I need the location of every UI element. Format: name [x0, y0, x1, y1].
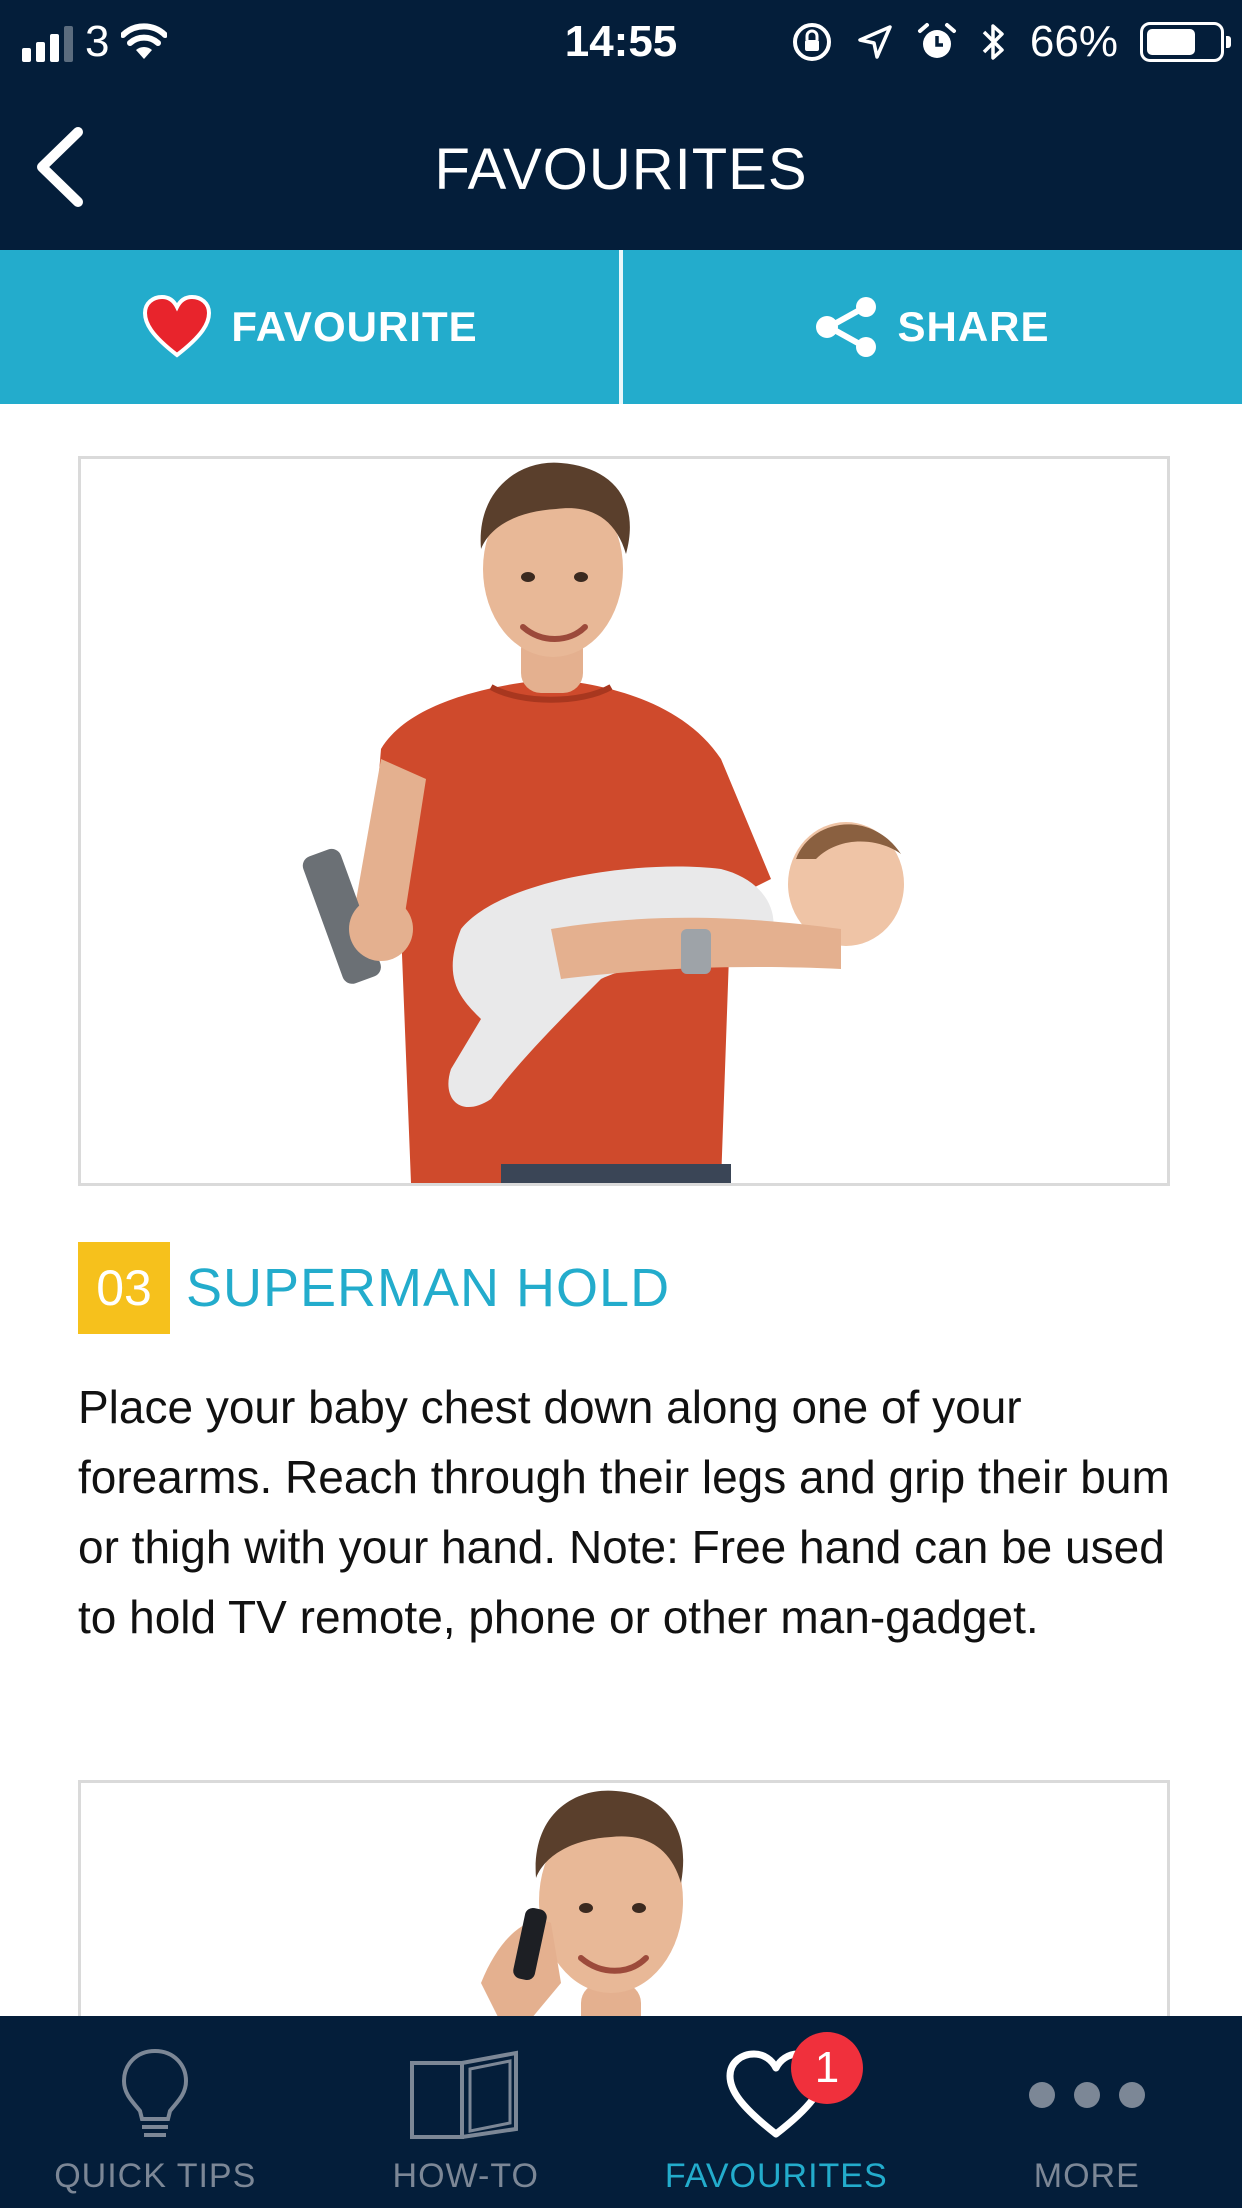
book-icon [409, 2050, 518, 2139]
lightbulb-icon [122, 2048, 189, 2137]
alarm-icon [917, 23, 956, 58]
status-bar: 3 14:55 66% [0, 0, 1242, 84]
tab-label: FAVOURITES [664, 2157, 888, 2195]
tab-favourites[interactable]: 1 FAVOURITES [621, 2016, 932, 2208]
heart-icon [143, 295, 212, 358]
location-icon [858, 25, 892, 59]
nav-bar: FAVOURITES [0, 84, 1242, 250]
man-on-phone-photo [481, 1790, 684, 2016]
favourite-button[interactable]: FAVOURITE [0, 250, 619, 404]
tab-label: QUICK TIPS [54, 2157, 257, 2195]
page-title: FAVOURITES [434, 137, 808, 202]
favourite-label: FAVOURITE [231, 303, 478, 350]
tab-how-to[interactable]: HOW-TO [311, 2016, 622, 2208]
tip-description: Place your baby chest down along one of … [78, 1381, 1170, 1643]
tip-number-badge: 03 [78, 1242, 170, 1334]
tab-quick-tips[interactable]: QUICK TIPS [0, 2016, 311, 2208]
tab-label: HOW-TO [392, 2157, 539, 2195]
action-bar: FAVOURITE SHARE [0, 250, 1242, 404]
tip-title: SUPERMAN HOLD [186, 1258, 671, 1318]
tab-more[interactable]: MORE [932, 2016, 1242, 2208]
bluetooth-icon [982, 24, 1004, 60]
tip-image-next [78, 1780, 1170, 2016]
battery-percent: 66% [1029, 17, 1118, 66]
favourites-content[interactable]: 03 SUPERMAN HOLD Place your baby chest d… [0, 404, 1242, 2016]
action-divider [619, 250, 623, 404]
man-holding-baby-and-remote-photo [302, 462, 904, 1183]
tip-image-superman-hold [78, 456, 1170, 1186]
tab-bar: QUICK TIPS HOW-TO 1 FAVOURITES MORE [0, 2016, 1242, 2208]
more-dots-icon [1028, 2082, 1145, 2108]
battery-icon [1140, 22, 1231, 62]
tip-header: 03 SUPERMAN HOLD [78, 1242, 670, 1334]
tab-label: MORE [1033, 2157, 1140, 2195]
battery-fill [1147, 29, 1195, 55]
share-label: SHARE [897, 303, 1050, 350]
status-right: 66% [790, 14, 1231, 70]
share-icon [816, 297, 877, 357]
share-button[interactable]: SHARE [623, 250, 1242, 404]
favourites-count-badge: 1 [791, 2032, 863, 2104]
rotation-lock-icon [792, 23, 831, 61]
